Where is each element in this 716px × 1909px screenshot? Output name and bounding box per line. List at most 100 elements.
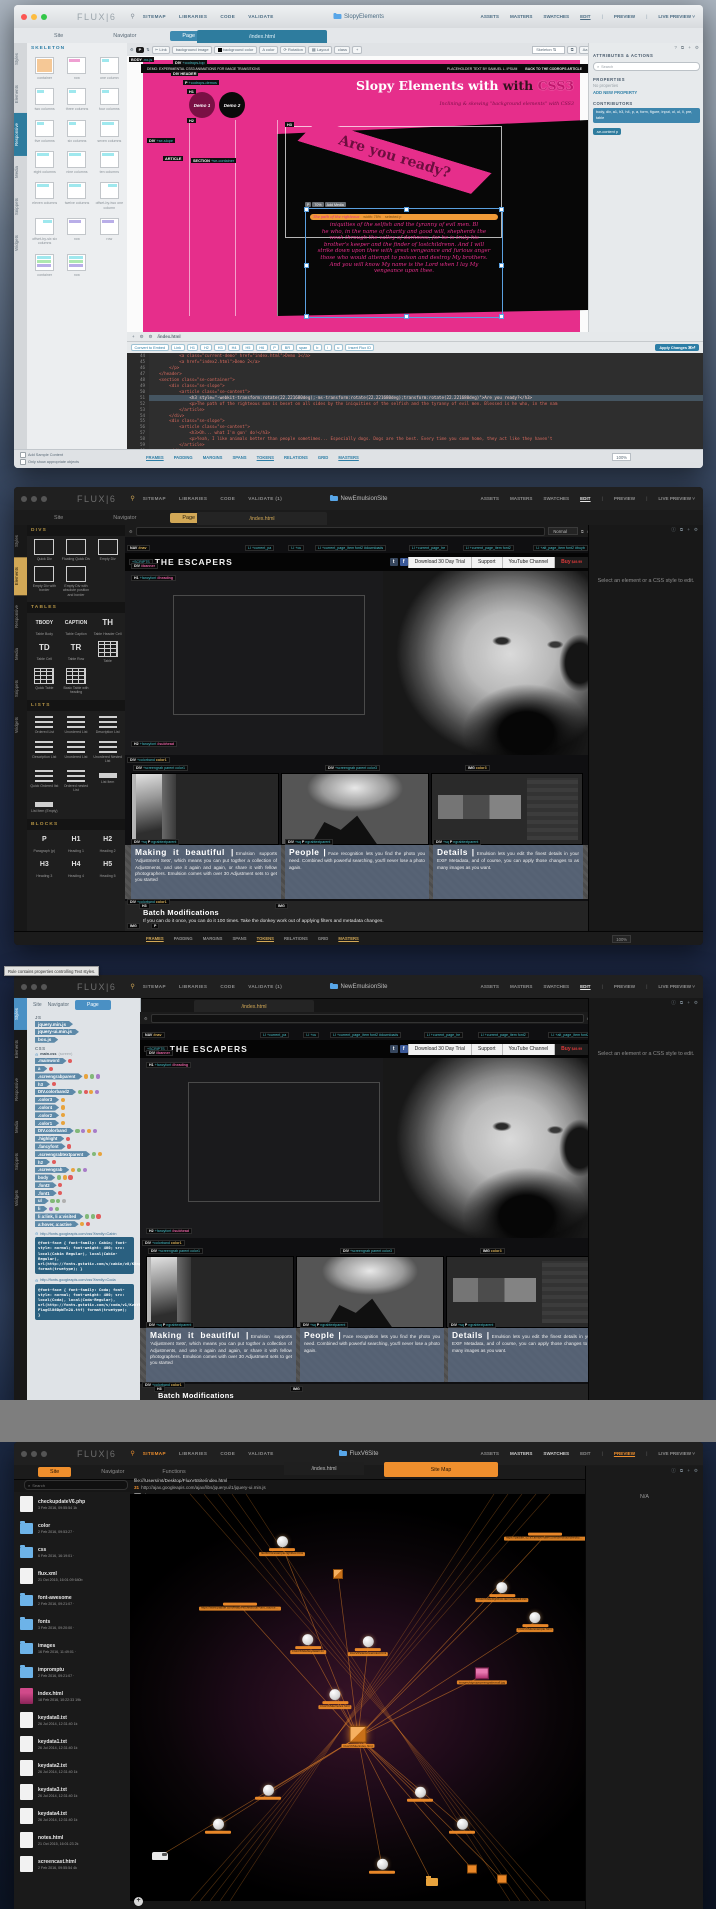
css-rule-row[interactable]: .screengrab <box>35 1167 140 1173</box>
textparent-tag[interactable]: DIV +sq P ngrabtextparent <box>433 839 482 845</box>
selected-paragraph[interactable]: The path of the righteous width: 75% sel… <box>304 207 504 319</box>
file-row[interactable]: images 16 Feb 2016, 11:49:01 · <box>14 1636 130 1660</box>
h2-tag[interactable]: H2 <box>187 118 196 123</box>
buy-button[interactable]: Buy $49.99 <box>554 556 588 568</box>
menu-libraries[interactable]: LIBRARIES <box>179 14 207 19</box>
sitemap-node[interactable] <box>152 1852 168 1860</box>
pages-icon[interactable]: ⧉ <box>680 1000 683 1006</box>
nav-button[interactable]: Download 30 Day Trial <box>407 1043 471 1055</box>
code-file-tab[interactable]: /index.html <box>157 334 180 339</box>
edit-style-icon[interactable]: ⧉ <box>581 529 584 534</box>
css-rule-row[interactable]: DIV.colorband2 <box>35 1089 140 1095</box>
sidebar-tab-media[interactable]: Media <box>14 638 27 670</box>
css-rule-row[interactable]: ul <box>35 1198 140 1204</box>
footer-link-masters[interactable]: MASTERS <box>338 936 358 941</box>
photo-tile[interactable] <box>281 773 429 845</box>
footer-link-padding[interactable]: PADDING <box>174 455 193 460</box>
css-rule-chip[interactable]: DIV.colorband <box>35 1128 74 1134</box>
color-button[interactable]: A color <box>258 45 279 54</box>
css-rule-row[interactable]: .mainword <box>35 1058 140 1064</box>
sitemap-node[interactable] <box>255 1784 281 1800</box>
help-icon[interactable]: ? <box>674 45 677 51</box>
code-button-i[interactable]: i <box>323 344 332 351</box>
add-icon[interactable]: + <box>687 1000 690 1006</box>
tab-site[interactable]: Site <box>33 1002 42 1008</box>
element-item[interactable]: TD Table Cell <box>29 639 60 665</box>
skeleton-item[interactable]: six columns <box>61 117 92 147</box>
css-rule-row[interactable]: .color3 <box>35 1097 140 1103</box>
element-item[interactable]: Unordered Nested List <box>92 737 123 765</box>
skeleton-item[interactable]: two columns <box>29 85 60 115</box>
code-button-h1[interactable]: H1 <box>186 344 199 351</box>
selected-rule-chip[interactable]: .se-content p <box>593 128 621 136</box>
css-rule-chip[interactable]: li a:link, li a:visited <box>35 1213 83 1219</box>
menu-preview[interactable]: PREVIEW <box>614 14 635 19</box>
menu-edit[interactable]: EDIT <box>580 1451 590 1456</box>
img-tag[interactable]: IMG <box>275 903 288 909</box>
toolbar-field[interactable] <box>150 1013 584 1023</box>
background-image-button[interactable]: background image <box>172 45 213 54</box>
li-tag[interactable]: LI +current_page_item font2 #downloads <box>330 1032 402 1038</box>
css-rule-chip[interactable]: .mainword <box>35 1058 67 1064</box>
menu-masters[interactable]: MASTERS <box>510 1451 532 1456</box>
code-button-h2[interactable]: H2 <box>200 344 213 351</box>
nav-tag[interactable]: NAV #nav <box>127 545 150 551</box>
sidebar-tab-responsive[interactable]: Responsive <box>14 1068 27 1111</box>
article-tag[interactable]: ARTICLE <box>163 156 184 161</box>
file-row[interactable]: css 6 Feb 2016, 16:19:01 · <box>14 1540 130 1564</box>
menu-live-preview[interactable]: LIVE PREVIEW ˅ <box>658 984 695 989</box>
sitemap-node[interactable]: flux5html/example-lightbox.html <box>258 1536 306 1556</box>
h3-tag[interactable]: H3 <box>139 903 150 909</box>
element-item[interactable]: Quick Table <box>29 666 60 696</box>
photo-tile[interactable] <box>296 1256 444 1328</box>
add-icon[interactable]: + <box>687 1468 690 1474</box>
tab-navigator[interactable]: Navigator <box>101 31 148 41</box>
element-item[interactable]: Ordered List <box>29 712 60 736</box>
element-item[interactable]: H4 Heading 4 <box>61 856 92 880</box>
css-rule-row[interactable]: DIV.colorband <box>35 1128 140 1134</box>
add-media-chip[interactable]: Add Media <box>324 202 346 207</box>
menu-code[interactable]: CODE <box>220 1451 235 1456</box>
skeleton-item[interactable]: container <box>29 251 60 281</box>
code-button-h4[interactable]: H4 <box>228 344 241 351</box>
menu-assets[interactable]: ASSETS <box>481 1451 499 1456</box>
add-button[interactable]: + <box>352 45 362 54</box>
css-rule-chip[interactable]: body <box>35 1174 55 1180</box>
screengrab-tag[interactable]: DIV +screengrab parent color1 <box>133 765 189 771</box>
menu-live-preview[interactable]: LIVE PREVIEW ˅ <box>658 496 695 501</box>
info-icon[interactable]: ⓘ <box>671 1468 676 1474</box>
code-button-h3[interactable]: H3 <box>214 344 227 351</box>
menu-assets[interactable]: ASSETS <box>481 14 499 19</box>
element-item[interactable]: Description List <box>92 712 123 736</box>
menu-sitemap[interactable]: SITEMAP <box>143 1451 166 1456</box>
js-file-row[interactable]: box.js <box>35 1037 140 1043</box>
colorband-tag[interactable]: DIV +colorband color1 <box>127 757 170 763</box>
li-tag[interactable]: LI +cu <box>303 1032 320 1038</box>
menu-code[interactable]: CODE <box>220 984 235 989</box>
gear-icon[interactable]: ⚙ <box>144 1016 148 1021</box>
sidebar-tab-media[interactable]: Media <box>14 1111 27 1143</box>
li-tag[interactable]: LI +current_page_he <box>423 1032 464 1038</box>
contributor-chips[interactable]: body, div, a1, h3, h4, p, a, form, figur… <box>593 108 700 124</box>
css-rule-chip[interactable]: .color3 <box>35 1097 59 1103</box>
file-row[interactable]: keydata0.txt 26 Jul 2014, 12:31:40 1k <box>14 1708 130 1732</box>
layout-button[interactable]: ▦ Layout <box>308 45 333 54</box>
banner-tag[interactable]: DIV #banner <box>131 563 158 569</box>
file-row[interactable]: index.html 18 Feb 2016, 10:22:33 19k <box>14 1684 130 1708</box>
toolbar-field[interactable] <box>135 526 546 536</box>
minimize-button[interactable] <box>31 13 37 20</box>
css-rule-chip[interactable]: .font1 <box>35 1190 57 1196</box>
add-property-link[interactable]: ADD NEW PROPERTY <box>593 90 700 95</box>
sitemap-node[interactable] <box>369 1858 395 1874</box>
js-file-chip[interactable]: jquery.min.js <box>35 1021 73 1027</box>
sitemap-node[interactable]: https://paddle_v2.s3.amazonaws.com/check… <box>504 1532 585 1541</box>
gear-icon[interactable]: ⚙ <box>694 1000 698 1006</box>
css-rule-row[interactable]: .font2 <box>35 1182 140 1188</box>
sitemap-node[interactable]: FluxV6Site/example.html <box>516 1612 554 1632</box>
demo1-link[interactable]: Demo 1 <box>189 92 215 118</box>
add-sample-content-checkbox[interactable]: Add Sample Content <box>20 451 703 458</box>
sidebar-tab-elements[interactable]: Elements <box>14 75 27 113</box>
menu-preview[interactable]: PREVIEW <box>614 496 635 501</box>
menu-sitemap[interactable]: SITEMAP <box>143 496 166 501</box>
sidebar-tab-snippets[interactable]: Snippets <box>14 188 27 225</box>
